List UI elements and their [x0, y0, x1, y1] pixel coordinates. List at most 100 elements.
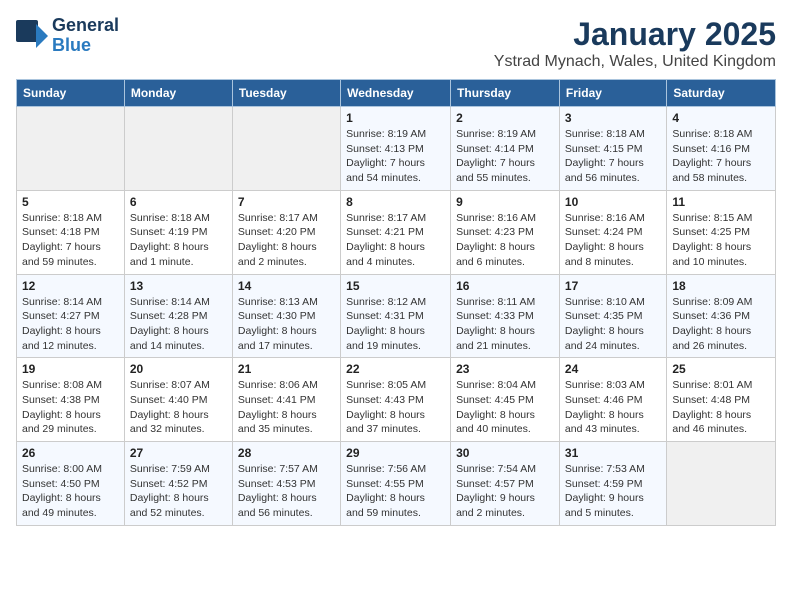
calendar-cell: 13 Sunrise: 8:14 AMSunset: 4:28 PMDaylig…: [124, 274, 232, 358]
day-number: 8: [346, 195, 445, 209]
day-info: Sunrise: 8:18 AMSunset: 4:16 PMDaylight:…: [672, 128, 752, 184]
calendar-week-row: 5 Sunrise: 8:18 AMSunset: 4:18 PMDayligh…: [17, 190, 776, 274]
day-info: Sunrise: 8:18 AMSunset: 4:18 PMDaylight:…: [22, 212, 102, 268]
calendar-cell: 28 Sunrise: 7:57 AMSunset: 4:53 PMDaylig…: [232, 442, 340, 526]
weekday-header-sunday: Sunday: [17, 80, 125, 107]
day-info: Sunrise: 7:57 AMSunset: 4:53 PMDaylight:…: [238, 463, 318, 519]
day-number: 21: [238, 362, 335, 376]
day-info: Sunrise: 8:16 AMSunset: 4:23 PMDaylight:…: [456, 212, 536, 268]
weekday-header-thursday: Thursday: [451, 80, 560, 107]
calendar-cell: [124, 107, 232, 191]
day-number: 13: [130, 279, 227, 293]
day-number: 28: [238, 446, 335, 460]
day-number: 30: [456, 446, 554, 460]
day-number: 6: [130, 195, 227, 209]
day-number: 3: [565, 111, 661, 125]
day-number: 25: [672, 362, 770, 376]
calendar-cell: 8 Sunrise: 8:17 AMSunset: 4:21 PMDayligh…: [341, 190, 451, 274]
calendar-cell: 30 Sunrise: 7:54 AMSunset: 4:57 PMDaylig…: [451, 442, 560, 526]
calendar-week-row: 1 Sunrise: 8:19 AMSunset: 4:13 PMDayligh…: [17, 107, 776, 191]
calendar-cell: 9 Sunrise: 8:16 AMSunset: 4:23 PMDayligh…: [451, 190, 560, 274]
day-info: Sunrise: 8:05 AMSunset: 4:43 PMDaylight:…: [346, 379, 426, 435]
day-number: 7: [238, 195, 335, 209]
calendar-cell: 7 Sunrise: 8:17 AMSunset: 4:20 PMDayligh…: [232, 190, 340, 274]
logo-line1: General: [52, 16, 119, 36]
calendar-cell: 24 Sunrise: 8:03 AMSunset: 4:46 PMDaylig…: [559, 358, 666, 442]
day-number: 27: [130, 446, 227, 460]
calendar-cell: 17 Sunrise: 8:10 AMSunset: 4:35 PMDaylig…: [559, 274, 666, 358]
calendar-cell: 2 Sunrise: 8:19 AMSunset: 4:14 PMDayligh…: [451, 107, 560, 191]
day-number: 17: [565, 279, 661, 293]
calendar-cell: [17, 107, 125, 191]
day-info: Sunrise: 8:19 AMSunset: 4:13 PMDaylight:…: [346, 128, 426, 184]
weekday-header-monday: Monday: [124, 80, 232, 107]
calendar-title: January 2025: [494, 16, 776, 53]
day-number: 14: [238, 279, 335, 293]
day-info: Sunrise: 8:19 AMSunset: 4:14 PMDaylight:…: [456, 128, 536, 184]
day-info: Sunrise: 8:18 AMSunset: 4:19 PMDaylight:…: [130, 212, 210, 268]
logo-line2: Blue: [52, 36, 119, 56]
day-info: Sunrise: 8:08 AMSunset: 4:38 PMDaylight:…: [22, 379, 102, 435]
calendar-cell: 20 Sunrise: 8:07 AMSunset: 4:40 PMDaylig…: [124, 358, 232, 442]
calendar-cell: 26 Sunrise: 8:00 AMSunset: 4:50 PMDaylig…: [17, 442, 125, 526]
calendar-cell: 29 Sunrise: 7:56 AMSunset: 4:55 PMDaylig…: [341, 442, 451, 526]
calendar-cell: 14 Sunrise: 8:13 AMSunset: 4:30 PMDaylig…: [232, 274, 340, 358]
day-number: 23: [456, 362, 554, 376]
day-number: 9: [456, 195, 554, 209]
calendar-cell: 25 Sunrise: 8:01 AMSunset: 4:48 PMDaylig…: [667, 358, 776, 442]
calendar-cell: 19 Sunrise: 8:08 AMSunset: 4:38 PMDaylig…: [17, 358, 125, 442]
calendar-cell: [232, 107, 340, 191]
calendar-cell: [667, 442, 776, 526]
calendar-cell: 31 Sunrise: 7:53 AMSunset: 4:59 PMDaylig…: [559, 442, 666, 526]
day-info: Sunrise: 8:10 AMSunset: 4:35 PMDaylight:…: [565, 296, 645, 352]
day-number: 15: [346, 279, 445, 293]
day-number: 26: [22, 446, 119, 460]
calendar-cell: 4 Sunrise: 8:18 AMSunset: 4:16 PMDayligh…: [667, 107, 776, 191]
day-number: 16: [456, 279, 554, 293]
day-info: Sunrise: 8:01 AMSunset: 4:48 PMDaylight:…: [672, 379, 752, 435]
calendar-cell: 5 Sunrise: 8:18 AMSunset: 4:18 PMDayligh…: [17, 190, 125, 274]
day-number: 22: [346, 362, 445, 376]
day-number: 1: [346, 111, 445, 125]
calendar-cell: 6 Sunrise: 8:18 AMSunset: 4:19 PMDayligh…: [124, 190, 232, 274]
calendar-cell: 16 Sunrise: 8:11 AMSunset: 4:33 PMDaylig…: [451, 274, 560, 358]
day-number: 20: [130, 362, 227, 376]
calendar-cell: 12 Sunrise: 8:14 AMSunset: 4:27 PMDaylig…: [17, 274, 125, 358]
day-info: Sunrise: 8:03 AMSunset: 4:46 PMDaylight:…: [565, 379, 645, 435]
weekday-header-tuesday: Tuesday: [232, 80, 340, 107]
day-info: Sunrise: 8:11 AMSunset: 4:33 PMDaylight:…: [456, 296, 535, 352]
day-info: Sunrise: 7:53 AMSunset: 4:59 PMDaylight:…: [565, 463, 645, 519]
calendar-cell: 3 Sunrise: 8:18 AMSunset: 4:15 PMDayligh…: [559, 107, 666, 191]
calendar-cell: 15 Sunrise: 8:12 AMSunset: 4:31 PMDaylig…: [341, 274, 451, 358]
calendar-cell: 21 Sunrise: 8:06 AMSunset: 4:41 PMDaylig…: [232, 358, 340, 442]
weekday-header-saturday: Saturday: [667, 80, 776, 107]
day-info: Sunrise: 8:07 AMSunset: 4:40 PMDaylight:…: [130, 379, 210, 435]
weekday-header-wednesday: Wednesday: [341, 80, 451, 107]
day-info: Sunrise: 7:59 AMSunset: 4:52 PMDaylight:…: [130, 463, 210, 519]
calendar-week-row: 12 Sunrise: 8:14 AMSunset: 4:27 PMDaylig…: [17, 274, 776, 358]
day-number: 11: [672, 195, 770, 209]
day-info: Sunrise: 8:16 AMSunset: 4:24 PMDaylight:…: [565, 212, 645, 268]
day-number: 2: [456, 111, 554, 125]
calendar-subtitle: Ystrad Mynach, Wales, United Kingdom: [494, 53, 776, 71]
day-number: 18: [672, 279, 770, 293]
day-info: Sunrise: 8:17 AMSunset: 4:21 PMDaylight:…: [346, 212, 426, 268]
page-header: General Blue January 2025 Ystrad Mynach,…: [16, 16, 776, 71]
day-number: 4: [672, 111, 770, 125]
logo-icon: [16, 20, 48, 52]
calendar-cell: 10 Sunrise: 8:16 AMSunset: 4:24 PMDaylig…: [559, 190, 666, 274]
logo: General Blue: [16, 16, 119, 56]
day-info: Sunrise: 8:09 AMSunset: 4:36 PMDaylight:…: [672, 296, 752, 352]
day-info: Sunrise: 8:00 AMSunset: 4:50 PMDaylight:…: [22, 463, 102, 519]
calendar-cell: 18 Sunrise: 8:09 AMSunset: 4:36 PMDaylig…: [667, 274, 776, 358]
day-info: Sunrise: 8:15 AMSunset: 4:25 PMDaylight:…: [672, 212, 752, 268]
calendar-week-row: 19 Sunrise: 8:08 AMSunset: 4:38 PMDaylig…: [17, 358, 776, 442]
calendar-cell: 1 Sunrise: 8:19 AMSunset: 4:13 PMDayligh…: [341, 107, 451, 191]
day-info: Sunrise: 7:56 AMSunset: 4:55 PMDaylight:…: [346, 463, 426, 519]
day-number: 10: [565, 195, 661, 209]
calendar-week-row: 26 Sunrise: 8:00 AMSunset: 4:50 PMDaylig…: [17, 442, 776, 526]
day-info: Sunrise: 8:12 AMSunset: 4:31 PMDaylight:…: [346, 296, 426, 352]
day-number: 29: [346, 446, 445, 460]
day-info: Sunrise: 8:04 AMSunset: 4:45 PMDaylight:…: [456, 379, 536, 435]
day-number: 24: [565, 362, 661, 376]
